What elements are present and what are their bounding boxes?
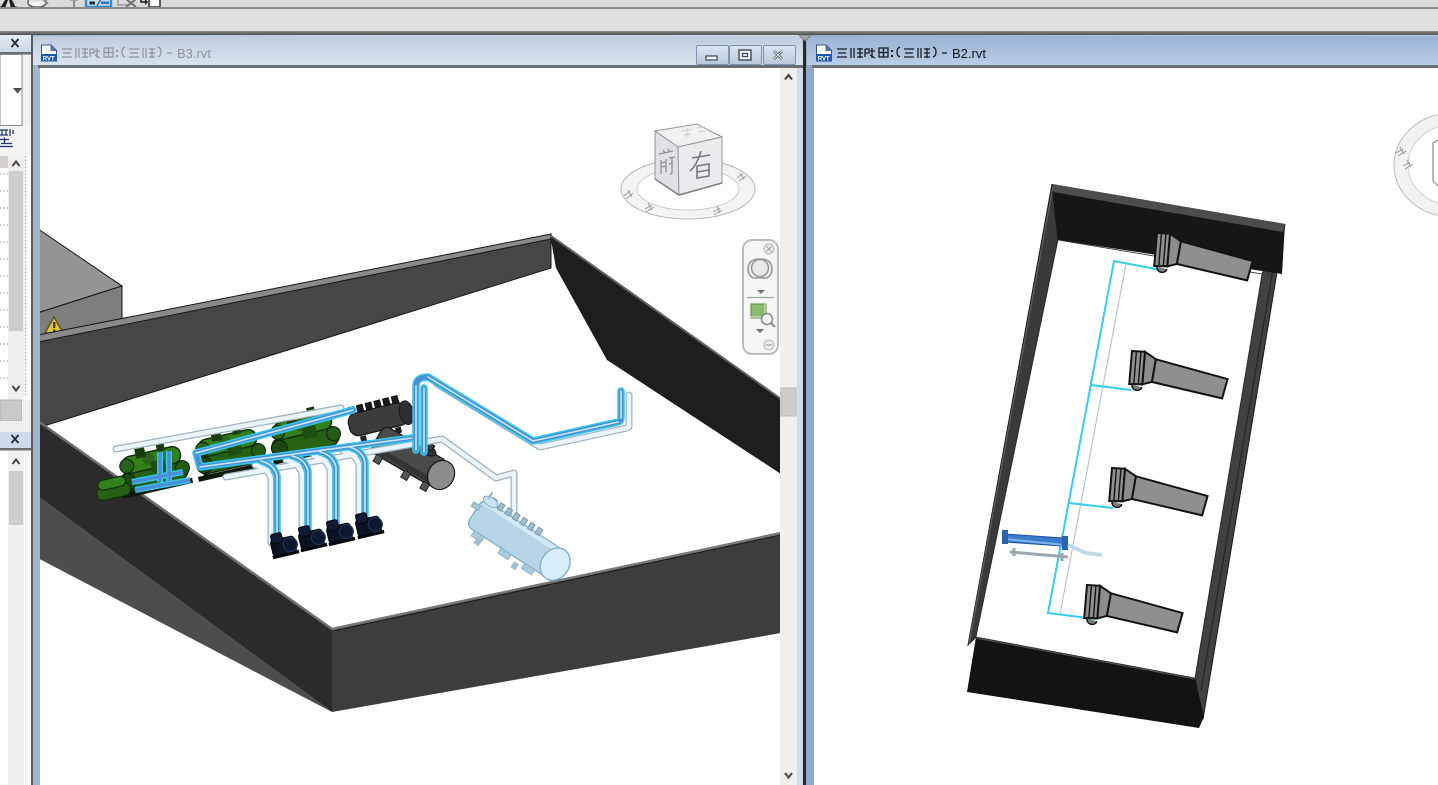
- svg-text:RVT: RVT: [43, 56, 55, 62]
- svg-text:RVT: RVT: [818, 56, 830, 62]
- svg-text:B3.rvt: B3.rvt: [177, 46, 211, 61]
- svg-text:B2.rvt: B2.rvt: [952, 46, 986, 61]
